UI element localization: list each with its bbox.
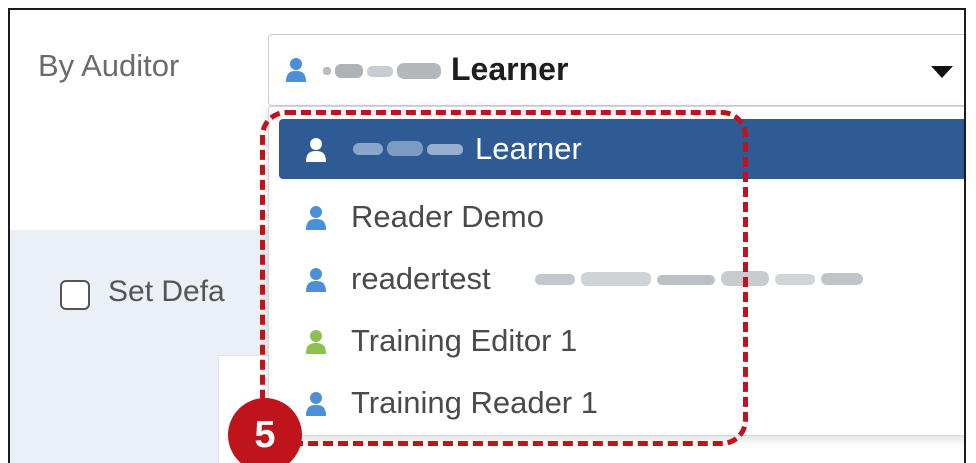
user-icon [285, 57, 307, 83]
set-default-label: Set Defa [108, 275, 225, 308]
auditor-filter-panel: By Auditor Learner Set Defa Learner Read… [8, 8, 966, 463]
redacted-email [535, 271, 863, 286]
set-default-checkbox[interactable] [60, 280, 90, 310]
option-learner[interactable]: Learner [279, 119, 964, 179]
user-icon [305, 205, 327, 231]
user-icon [305, 267, 327, 293]
option-reader-demo[interactable]: Reader Demo [279, 187, 964, 247]
auditor-select[interactable]: Learner [268, 34, 964, 106]
option-label: Training Reader 1 [351, 385, 598, 420]
by-auditor-label: By Auditor [38, 48, 180, 83]
redacted-name [323, 63, 441, 79]
option-label: Learner [475, 131, 582, 166]
user-icon [305, 391, 327, 417]
user-icon [305, 137, 327, 163]
chevron-down-icon[interactable] [931, 66, 953, 78]
option-training-editor-1[interactable]: Training Editor 1 [279, 311, 964, 371]
option-readertest[interactable]: readertest [279, 249, 964, 309]
option-label: Reader Demo [351, 199, 544, 234]
user-icon [305, 329, 327, 355]
selected-auditor: Learner [451, 51, 569, 87]
option-label: Training Editor 1 [351, 323, 578, 358]
redacted-name [353, 141, 463, 156]
option-label: readertest [351, 261, 491, 296]
step-number-badge: 5 [228, 398, 302, 463]
auditor-dropdown-list: Learner Reader Demo readertest Training … [268, 106, 964, 436]
option-training-reader-1[interactable]: Training Reader 1 [279, 373, 964, 433]
